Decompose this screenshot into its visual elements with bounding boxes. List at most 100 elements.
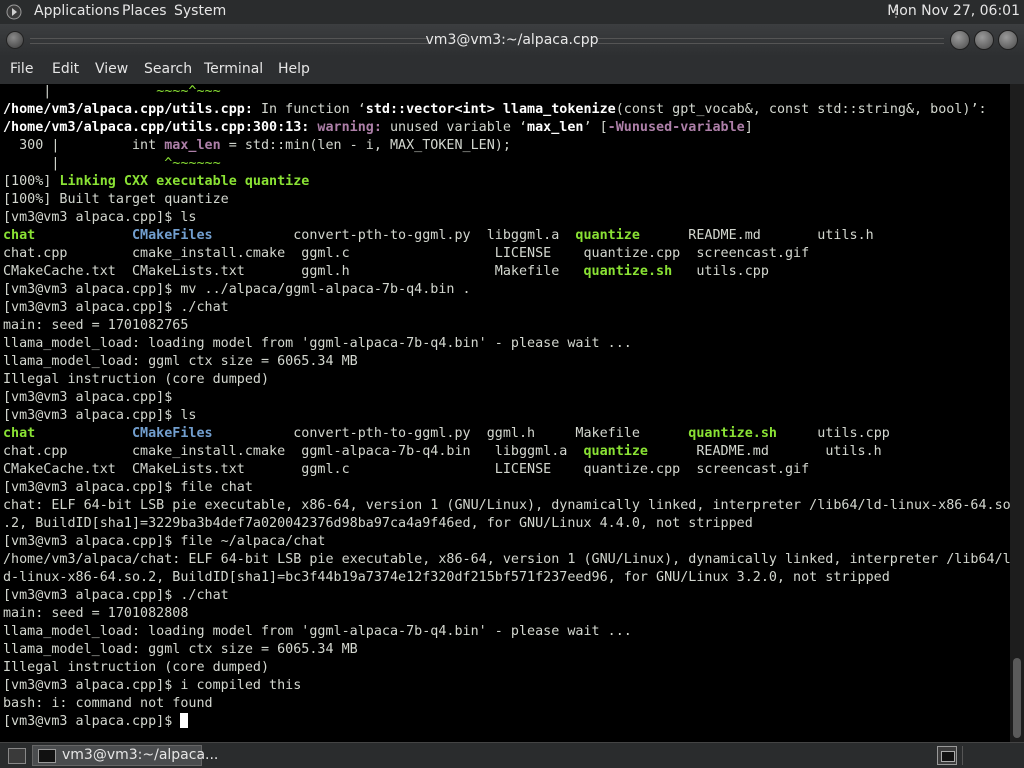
terminal-text: CMakeFiles — [132, 426, 213, 441]
terminal-line: [vm3@vm3 alpaca.cpp]$ file chat — [3, 479, 1010, 497]
terminal-text: unused variable ‘ — [381, 120, 528, 135]
taskbar-window-label: vm3@vm3:~/alpaca... — [62, 747, 219, 763]
terminal-line: [vm3@vm3 alpaca.cpp]$ ./chat — [3, 299, 1010, 317]
terminal-line: llama_model_load: loading model from 'gg… — [3, 623, 1010, 641]
terminal-line: [100%] Built target quantize — [3, 191, 1010, 209]
terminal-text: README.md utils.h — [647, 444, 882, 459]
terminal-line: Illegal instruction (core dumped) — [3, 371, 1010, 389]
menu-view[interactable]: View — [95, 61, 128, 77]
menu-file[interactable]: File — [10, 61, 33, 77]
taskbar-window-button[interactable]: vm3@vm3:~/alpaca... — [32, 745, 218, 766]
terminal-text: [vm3@vm3 alpaca.cpp]$ ls — [3, 408, 197, 423]
terminal-line: main: seed = 1701082808 — [3, 605, 1010, 623]
terminal-line: chat CMakeFiles convert-pth-to-ggml.py g… — [3, 425, 1010, 443]
bottom-panel: vm3@vm3:~/alpaca... — [0, 742, 1024, 768]
terminal-text: chat: ELF 64-bit LSB pie executable, x86… — [3, 498, 1010, 513]
terminal-text: [vm3@vm3 alpaca.cpp]$ mv ../alpaca/ggml-… — [3, 282, 471, 297]
terminal-line: bash: i: command not found — [3, 695, 1010, 713]
terminal-text: .2, BuildID[sha1]=3229ba3b4def7a02004237… — [3, 516, 753, 531]
terminal-text: chat.cpp cmake_install.cmake ggml-alpaca… — [3, 444, 584, 459]
terminal-line: chat: ELF 64-bit LSB pie executable, x86… — [3, 497, 1010, 515]
terminal-text: max_len — [527, 120, 584, 135]
maximize-button[interactable] — [974, 30, 994, 50]
terminal-text: chat — [3, 426, 36, 441]
clock[interactable]: Mon Nov 27, 06:01 — [887, 3, 1020, 19]
terminal-text: [vm3@vm3 alpaca.cpp]$ file chat — [3, 480, 253, 495]
window-titlebar[interactable]: vm3@vm3:~/alpaca.cpp — [0, 24, 1024, 56]
terminal-text: CMakeFiles — [132, 228, 213, 243]
terminal-text: | — [3, 84, 157, 99]
terminal-line: [vm3@vm3 alpaca.cpp]$ ./chat — [3, 587, 1010, 605]
terminal-text: [vm3@vm3 alpaca.cpp]$ file ~/alpaca/chat — [3, 534, 326, 549]
terminal-text: ~~~~^~~~ — [156, 84, 221, 99]
terminal-text: Illegal instruction (core dumped) — [3, 660, 270, 675]
terminal-text: 300 | int — [3, 138, 165, 153]
terminal-line: | ^~~~~~~ — [3, 155, 1010, 173]
terminal-text: llama_model_load: loading model from 'gg… — [3, 336, 632, 351]
terminal-text: In function ‘ — [252, 102, 366, 117]
terminal-text: ] — [744, 120, 753, 135]
applications-icon[interactable] — [6, 4, 22, 20]
terminal-text: Illegal instruction (core dumped) — [3, 372, 270, 387]
terminal-line: llama_model_load: ggml ctx size = 6065.3… — [3, 353, 1010, 371]
terminal-line: llama_model_load: ggml ctx size = 6065.3… — [3, 641, 1010, 659]
terminal-line: chat CMakeFiles convert-pth-to-ggml.py l… — [3, 227, 1010, 245]
close-button[interactable] — [998, 30, 1018, 50]
terminal-line: [vm3@vm3 alpaca.cpp]$ — [3, 389, 1010, 407]
terminal-text: max_len — [164, 138, 221, 153]
terminal-text: /home/vm3/alpaca.cpp/utils.cpp:300:13: — [3, 120, 310, 135]
scrollbar[interactable] — [1010, 84, 1024, 742]
terminal-line: CMakeCache.txt CMakeLists.txt ggml.h Mak… — [3, 263, 1010, 281]
terminal-text: [vm3@vm3 alpaca.cpp]$ ./chat — [3, 588, 229, 603]
terminal-text: [100%] — [3, 174, 60, 189]
terminal-text: llama_model_load: ggml ctx size = 6065.3… — [3, 354, 358, 369]
minimize-button[interactable] — [950, 30, 970, 50]
applications-menu[interactable]: Applications — [34, 3, 120, 19]
terminal-line: [vm3@vm3 alpaca.cpp]$ i compiled this — [3, 677, 1010, 695]
terminal-text: /home/vm3/alpaca.cpp/utils.cpp: — [3, 102, 253, 117]
menu-terminal[interactable]: Terminal — [204, 61, 263, 77]
terminal-line: [vm3@vm3 alpaca.cpp]$ — [3, 713, 1010, 731]
terminal-text: [vm3@vm3 alpaca.cpp]$ — [3, 390, 173, 405]
terminal-text: [vm3@vm3 alpaca.cpp]$ — [3, 714, 181, 729]
terminal-text: [vm3@vm3 alpaca.cpp]$ ./chat — [3, 300, 229, 315]
terminal-text: utils.cpp — [672, 264, 769, 279]
menu-search[interactable]: Search — [144, 61, 192, 77]
menu-edit[interactable]: Edit — [52, 61, 79, 77]
terminal-text: ’ [ — [583, 120, 608, 135]
terminal-text: quantize — [575, 228, 640, 243]
terminal-text: d-linux-x86-64.so.2, BuildID[sha1]=bc3f4… — [3, 570, 890, 585]
system-menu[interactable]: System — [174, 3, 226, 19]
terminal-line: .2, BuildID[sha1]=3229ba3b4def7a02004237… — [3, 515, 1010, 533]
terminal-text: [vm3@vm3 alpaca.cpp]$ ls — [3, 210, 197, 225]
terminal-text: convert-pth-to-ggml.py ggml.h Makefile — [212, 426, 689, 441]
terminal-line: /home/vm3/alpaca.cpp/utils.cpp:300:13: w… — [3, 119, 1010, 137]
terminal-icon — [38, 749, 56, 763]
terminal-text: std::vector<int> llama_tokenize — [365, 102, 616, 117]
terminal-text: README.md utils.h — [639, 228, 874, 243]
terminal-text: (const gpt_vocab&, const std::string&, b… — [615, 102, 987, 117]
titlebar-grip — [598, 38, 944, 44]
scrollbar-thumb[interactable] — [1013, 658, 1021, 738]
terminal-output: | ~~~~^~~~ /home/vm3/alpaca.cpp/utils.cpp… — [3, 84, 1010, 731]
workspace-switcher-icon[interactable] — [937, 746, 957, 765]
show-desktop-icon[interactable] — [8, 748, 26, 764]
menu-help[interactable]: Help — [278, 61, 310, 77]
terminal-text: utils.cpp — [776, 426, 890, 441]
terminal-text: [vm3@vm3 alpaca.cpp]$ i compiled this — [3, 678, 302, 693]
top-panel: Applications Places System Mon Nov 27, 0… — [0, 0, 1024, 24]
places-menu[interactable]: Places — [122, 3, 167, 19]
terminal-area[interactable]: | ~~~~^~~~ /home/vm3/alpaca.cpp/utils.cpp… — [0, 84, 1010, 742]
terminal-text: /home/vm3/alpaca/chat: ELF 64-bit LSB pi… — [3, 552, 1010, 567]
terminal-text: llama_model_load: loading model from 'gg… — [3, 624, 632, 639]
terminal-text: chat.cpp cmake_install.cmake ggml.c LICE… — [3, 246, 810, 261]
terminal-line: /home/vm3/alpaca.cpp/utils.cpp: In funct… — [3, 101, 1010, 119]
terminal-text: quantize — [583, 444, 648, 459]
terminal-text: convert-pth-to-ggml.py libggml.a — [212, 228, 576, 243]
terminal-text: ^~~~~~~ — [164, 156, 221, 171]
terminal-text: chat — [3, 228, 36, 243]
terminal-text: [100%] Built target quantize — [3, 192, 229, 207]
workspace-switcher[interactable] — [962, 746, 1021, 765]
